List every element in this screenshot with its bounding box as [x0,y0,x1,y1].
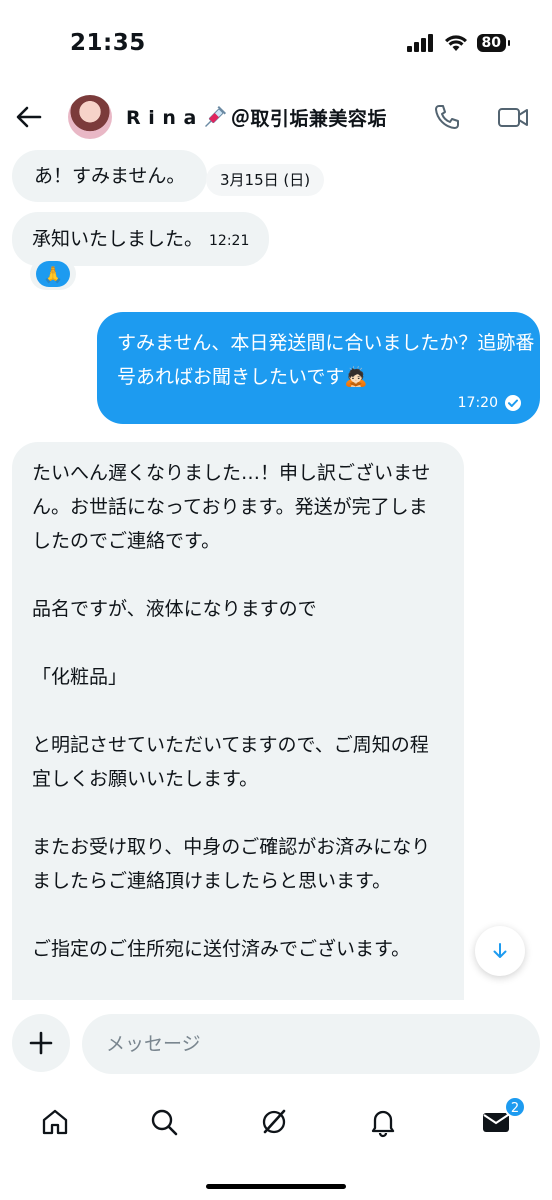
message-meta: 17:20 [458,394,522,412]
message-text: すみません、本日発送間に合いましたか？追跡番号あればお聞きしたいです🙇🏻 [117,332,535,388]
message-time: 12:21 [209,233,250,249]
home-indicator [206,1184,346,1189]
bottom-tab-bar: 2 [0,1090,552,1200]
grok-icon [262,1109,286,1134]
reaction-emoji: 🙏 [36,261,70,287]
message-text: あ！すみません。 [34,165,186,187]
tab-home[interactable] [37,1104,73,1140]
bell-icon [371,1110,395,1138]
scroll-to-bottom-button[interactable] [475,926,525,976]
message-bubble-incoming[interactable]: あ！すみません。 [12,150,208,202]
date-separator: 3月15日 (日) [206,164,325,196]
syringe-icon [204,105,226,127]
battery-indicator: 80 [476,34,511,52]
search-icon [151,1109,178,1136]
message-text: 承知いたしました。 [32,228,204,250]
reaction-badge[interactable]: 🙏 [30,258,76,290]
message-input[interactable] [82,1014,540,1074]
tab-notifications[interactable] [365,1104,401,1140]
conversation-title[interactable]: R i n a ＠取引垢兼美容垢 [126,104,387,131]
tab-search[interactable] [146,1104,182,1140]
read-check-icon [505,395,521,411]
attach-button[interactable] [12,1014,70,1072]
status-icons: 80 [406,34,511,52]
phone-icon[interactable] [432,102,462,132]
plus-icon [29,1031,53,1055]
message-text: たいへん遅くなりました…！申し訳ございません。お世話になっております。発送が完了… [32,462,431,960]
message-bubble-incoming[interactable]: たいへん遅くなりました…！申し訳ございません。お世話になっております。発送が完了… [12,442,464,1000]
contact-handle: ＠取引垢兼美容垢 [230,108,387,130]
signal-icon [406,34,433,52]
back-arrow-icon[interactable] [14,102,44,132]
unread-badge: 2 [504,1096,526,1118]
message-time: 17:20 [457,395,498,411]
avatar[interactable] [68,95,112,139]
status-time: 21:35 [70,30,146,56]
message-bubble-outgoing[interactable]: すみません、本日発送間に合いましたか？追跡番号あればお聞きしたいです🙇🏻 17:… [97,312,540,424]
tab-grok[interactable] [256,1104,292,1140]
composer [0,1000,552,1090]
message-list[interactable]: あ！すみません。 3月15日 (日) 承知いたしました。 12:21 🙏 すみませ… [0,146,552,1000]
tab-messages[interactable]: 2 [478,1096,526,1140]
wifi-icon [444,35,467,51]
video-call-icon[interactable] [497,102,529,132]
status-bar: 21:35 80 [0,0,552,90]
arrow-down-icon [493,943,507,958]
home-icon [42,1109,68,1135]
chat-header: R i n a ＠取引垢兼美容垢 [0,90,552,146]
contact-name: R i n a [126,106,197,129]
